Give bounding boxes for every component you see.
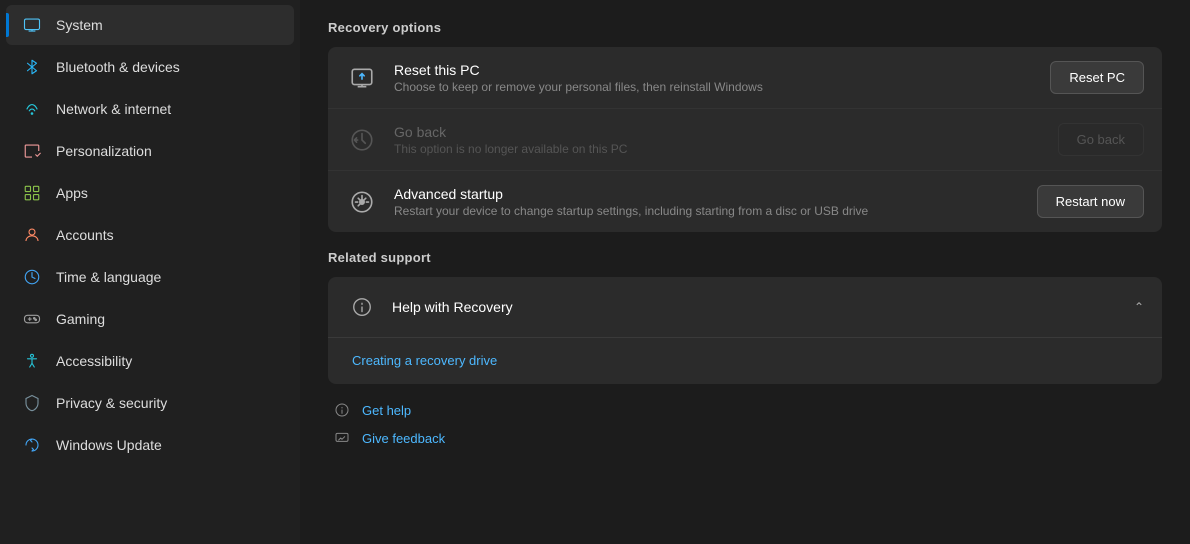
sidebar-item-network[interactable]: Network & internet: [6, 89, 294, 129]
footer-links: Get help Give feedback: [328, 400, 1162, 448]
accounts-icon: [22, 225, 42, 245]
sidebar: System Bluetooth & devices Network & int…: [0, 0, 300, 544]
recovery-options-group: Reset this PC Choose to keep or remove y…: [328, 47, 1162, 232]
sidebar-item-privacy[interactable]: Privacy & security: [6, 383, 294, 423]
sidebar-item-accounts[interactable]: Accounts: [6, 215, 294, 255]
go-back-title: Go back: [394, 124, 1042, 140]
advanced-startup-desc: Restart your device to change startup se…: [394, 204, 1021, 218]
gaming-icon: [22, 309, 42, 329]
go-back-icon: [346, 124, 378, 156]
privacy-icon: [22, 393, 42, 413]
sidebar-label-time: Time & language: [56, 269, 161, 285]
sidebar-label-personalization: Personalization: [56, 143, 152, 159]
reset-pc-button[interactable]: Reset PC: [1050, 61, 1144, 94]
reset-pc-desc: Choose to keep or remove your personal f…: [394, 80, 1034, 94]
help-recovery-card: Help with Recovery ⌃ Creating a recovery…: [328, 277, 1162, 384]
advanced-startup-card: Advanced startup Restart your device to …: [328, 171, 1162, 232]
sidebar-label-gaming: Gaming: [56, 311, 105, 327]
go-back-button[interactable]: Go back: [1058, 123, 1144, 156]
sidebar-label-accounts: Accounts: [56, 227, 114, 243]
personalization-icon: [22, 141, 42, 161]
apps-icon: [22, 183, 42, 203]
get-help-icon: [332, 400, 352, 420]
sidebar-item-time[interactable]: Time & language: [6, 257, 294, 297]
sidebar-label-bluetooth: Bluetooth & devices: [56, 59, 180, 75]
get-help-link[interactable]: Get help: [362, 403, 411, 418]
chevron-up-icon: ⌃: [1134, 300, 1144, 314]
help-recovery-header[interactable]: Help with Recovery ⌃: [328, 277, 1162, 337]
system-icon: [22, 15, 42, 35]
network-icon: [22, 99, 42, 119]
help-recovery-icon: [346, 291, 378, 323]
advanced-startup-icon: [346, 186, 378, 218]
recovery-options-title: Recovery options: [328, 20, 1162, 35]
sidebar-item-apps[interactable]: Apps: [6, 173, 294, 213]
accessibility-icon: [22, 351, 42, 371]
go-back-desc: This option is no longer available on th…: [394, 142, 1042, 156]
sidebar-item-personalization[interactable]: Personalization: [6, 131, 294, 171]
reset-pc-title: Reset this PC: [394, 62, 1034, 78]
sidebar-label-system: System: [56, 17, 103, 33]
help-recovery-label: Help with Recovery: [392, 299, 1120, 315]
sidebar-item-gaming[interactable]: Gaming: [6, 299, 294, 339]
go-back-card: Go back This option is no longer availab…: [328, 109, 1162, 171]
sidebar-item-accessibility[interactable]: Accessibility: [6, 341, 294, 381]
get-help-item: Get help: [332, 400, 1162, 420]
restart-now-button[interactable]: Restart now: [1037, 185, 1144, 218]
reset-pc-card: Reset this PC Choose to keep or remove y…: [328, 47, 1162, 109]
related-support-title: Related support: [328, 250, 1162, 265]
give-feedback-icon: [332, 428, 352, 448]
sidebar-item-update[interactable]: Windows Update: [6, 425, 294, 465]
reset-pc-icon: [346, 62, 378, 94]
sidebar-item-bluetooth[interactable]: Bluetooth & devices: [6, 47, 294, 87]
help-recovery-content: Creating a recovery drive: [328, 337, 1162, 384]
creating-recovery-drive-link[interactable]: Creating a recovery drive: [352, 353, 497, 368]
sidebar-label-network: Network & internet: [56, 101, 171, 117]
time-icon: [22, 267, 42, 287]
main-content: Recovery options Reset this PC Choose to…: [300, 0, 1190, 544]
sidebar-item-system[interactable]: System: [6, 5, 294, 45]
advanced-startup-title: Advanced startup: [394, 186, 1021, 202]
sidebar-label-accessibility: Accessibility: [56, 353, 132, 369]
sidebar-label-privacy: Privacy & security: [56, 395, 167, 411]
update-icon: [22, 435, 42, 455]
related-support-section: Help with Recovery ⌃ Creating a recovery…: [328, 277, 1162, 384]
give-feedback-link[interactable]: Give feedback: [362, 431, 445, 446]
sidebar-label-apps: Apps: [56, 185, 88, 201]
sidebar-label-update: Windows Update: [56, 437, 162, 453]
give-feedback-item: Give feedback: [332, 428, 1162, 448]
bluetooth-icon: [22, 57, 42, 77]
